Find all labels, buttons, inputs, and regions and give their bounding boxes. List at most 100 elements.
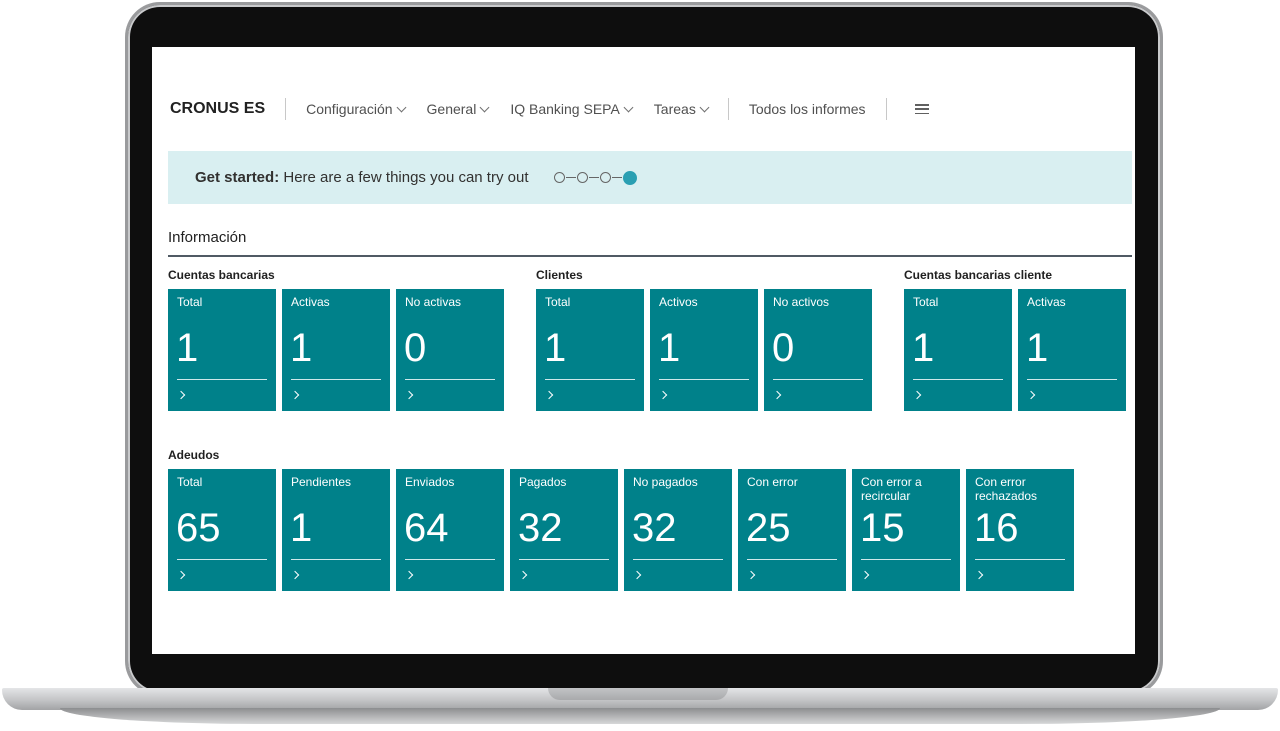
tile-divider [291, 379, 381, 380]
chevron-down-icon [396, 102, 406, 112]
tile-value: 1 [658, 326, 681, 370]
tile-value: 32 [518, 506, 563, 550]
section-title[interactable]: Información [168, 229, 246, 246]
group-label-clientes: Clientes [536, 268, 583, 282]
tile-value: 1 [176, 326, 199, 370]
tile-value: 0 [772, 326, 795, 370]
ade-tile-con-error-a-recircular[interactable]: Con error a recircular 15 [852, 469, 960, 591]
tile-label: Total [913, 295, 939, 309]
chevron-right-icon [518, 570, 528, 580]
hamburger-icon[interactable] [914, 104, 929, 114]
chevron-right-icon [1026, 390, 1036, 400]
ade-tile-pagados[interactable]: Pagados 32 [510, 469, 618, 591]
chevron-right-icon [658, 390, 668, 400]
chevron-right-icon [746, 570, 756, 580]
chevron-right-icon [974, 570, 984, 580]
cli-tile-total[interactable]: Total 1 [536, 289, 644, 411]
tile-divider [747, 559, 837, 560]
tile-value: 32 [632, 506, 677, 550]
top-navigation: CRONUS ES Configuración General IQ Banki… [170, 95, 929, 123]
menu-iq-banking-sepa[interactable]: IQ Banking SEPA [510, 101, 634, 117]
nav-divider [285, 98, 287, 120]
tile-label: Activos [659, 295, 698, 309]
step-connector [566, 176, 577, 179]
tile-label: Total [545, 295, 571, 309]
menu-label: Configuración [306, 101, 393, 117]
company-name[interactable]: CRONUS ES [170, 100, 265, 118]
ade-tile-no-pagados[interactable]: No pagados 32 [624, 469, 732, 591]
menu-configuracion[interactable]: Configuración [306, 101, 406, 117]
tile-value: 1 [290, 326, 313, 370]
tile-label: No activas [405, 295, 462, 309]
tile-divider [177, 379, 267, 380]
chevron-right-icon [632, 570, 642, 580]
menu-general[interactable]: General [426, 101, 490, 117]
step-dot[interactable] [554, 172, 566, 183]
step-dot-active[interactable] [623, 170, 638, 185]
chevron-right-icon [404, 570, 414, 580]
group-label-cuentas-bancarias-cliente: Cuentas bancarias cliente [904, 268, 1053, 282]
cbc-tile-total[interactable]: Total 1 [904, 289, 1012, 411]
ade-tile-con-error-rechazados[interactable]: Con error rechazados 16 [966, 469, 1074, 591]
cue-tile-no-activas[interactable]: No activas 0 [396, 289, 504, 411]
cbc-tile-activas[interactable]: Activas 1 [1018, 289, 1126, 411]
ade-tile-enviados[interactable]: Enviados 64 [396, 469, 504, 591]
tile-divider [291, 559, 381, 560]
banner-text: Get started: Here are a few things you c… [195, 169, 528, 186]
tile-divider [861, 559, 951, 560]
tile-value: 1 [544, 326, 567, 370]
tile-value: 0 [404, 326, 427, 370]
tile-label: No activos [773, 295, 830, 309]
step-dot[interactable] [600, 172, 612, 183]
tile-label: Enviados [405, 475, 455, 489]
tile-label: Con error a recircular [861, 475, 922, 503]
cue-tile-activas[interactable]: Activas 1 [282, 289, 390, 411]
section-divider [168, 255, 1132, 257]
step-connector [612, 176, 623, 179]
tile-label: Total [177, 475, 203, 489]
ade-tile-con-error[interactable]: Con error 25 [738, 469, 846, 591]
app-screen: CRONUS ES Configuración General IQ Banki… [152, 47, 1135, 654]
ade-tile-total[interactable]: Total 65 [168, 469, 276, 591]
tile-divider [659, 379, 749, 380]
ade-tile-pendientes[interactable]: Pendientes 1 [282, 469, 390, 591]
tile-divider [975, 559, 1065, 560]
cue-tile-total[interactable]: Total 1 [168, 289, 276, 411]
chevron-right-icon [404, 390, 414, 400]
menu-tareas[interactable]: Tareas [654, 101, 710, 117]
tile-divider [633, 559, 723, 560]
cli-tile-no-activos[interactable]: No activos 0 [764, 289, 872, 411]
tile-value: 65 [176, 506, 221, 550]
chevron-right-icon [290, 390, 300, 400]
laptop-notch [548, 688, 728, 700]
banner-lead: Get started: [195, 169, 280, 186]
chevron-right-icon [772, 390, 782, 400]
tile-value: 1 [290, 506, 313, 550]
tile-label: Activas [1027, 295, 1066, 309]
tile-label: Pendientes [291, 475, 352, 489]
menu-label: General [426, 101, 477, 117]
tile-value: 25 [746, 506, 791, 550]
tile-divider [545, 379, 635, 380]
chevron-down-icon [699, 102, 710, 112]
chevron-right-icon [544, 390, 554, 400]
tile-value: 15 [860, 506, 905, 550]
cli-tile-activos[interactable]: Activos 1 [650, 289, 758, 411]
tile-label: Con error [747, 475, 798, 489]
step-indicator [554, 170, 638, 185]
chevron-right-icon [176, 570, 186, 580]
chevron-down-icon [479, 102, 490, 112]
tile-label: Con error rechazados [975, 475, 1038, 503]
step-dot[interactable] [577, 172, 589, 183]
tile-divider [773, 379, 863, 380]
tile-divider [405, 379, 495, 380]
get-started-banner[interactable]: Get started: Here are a few things you c… [168, 151, 1132, 204]
laptop-base-edge [60, 708, 1220, 724]
menu-todos-los-informes[interactable]: Todos los informes [749, 101, 866, 117]
tile-value: 1 [1026, 326, 1049, 370]
chevron-down-icon [623, 102, 634, 112]
chevron-right-icon [912, 390, 922, 400]
tile-label: No pagados [633, 475, 698, 489]
chevron-right-icon [860, 570, 870, 580]
tile-divider [519, 559, 609, 560]
